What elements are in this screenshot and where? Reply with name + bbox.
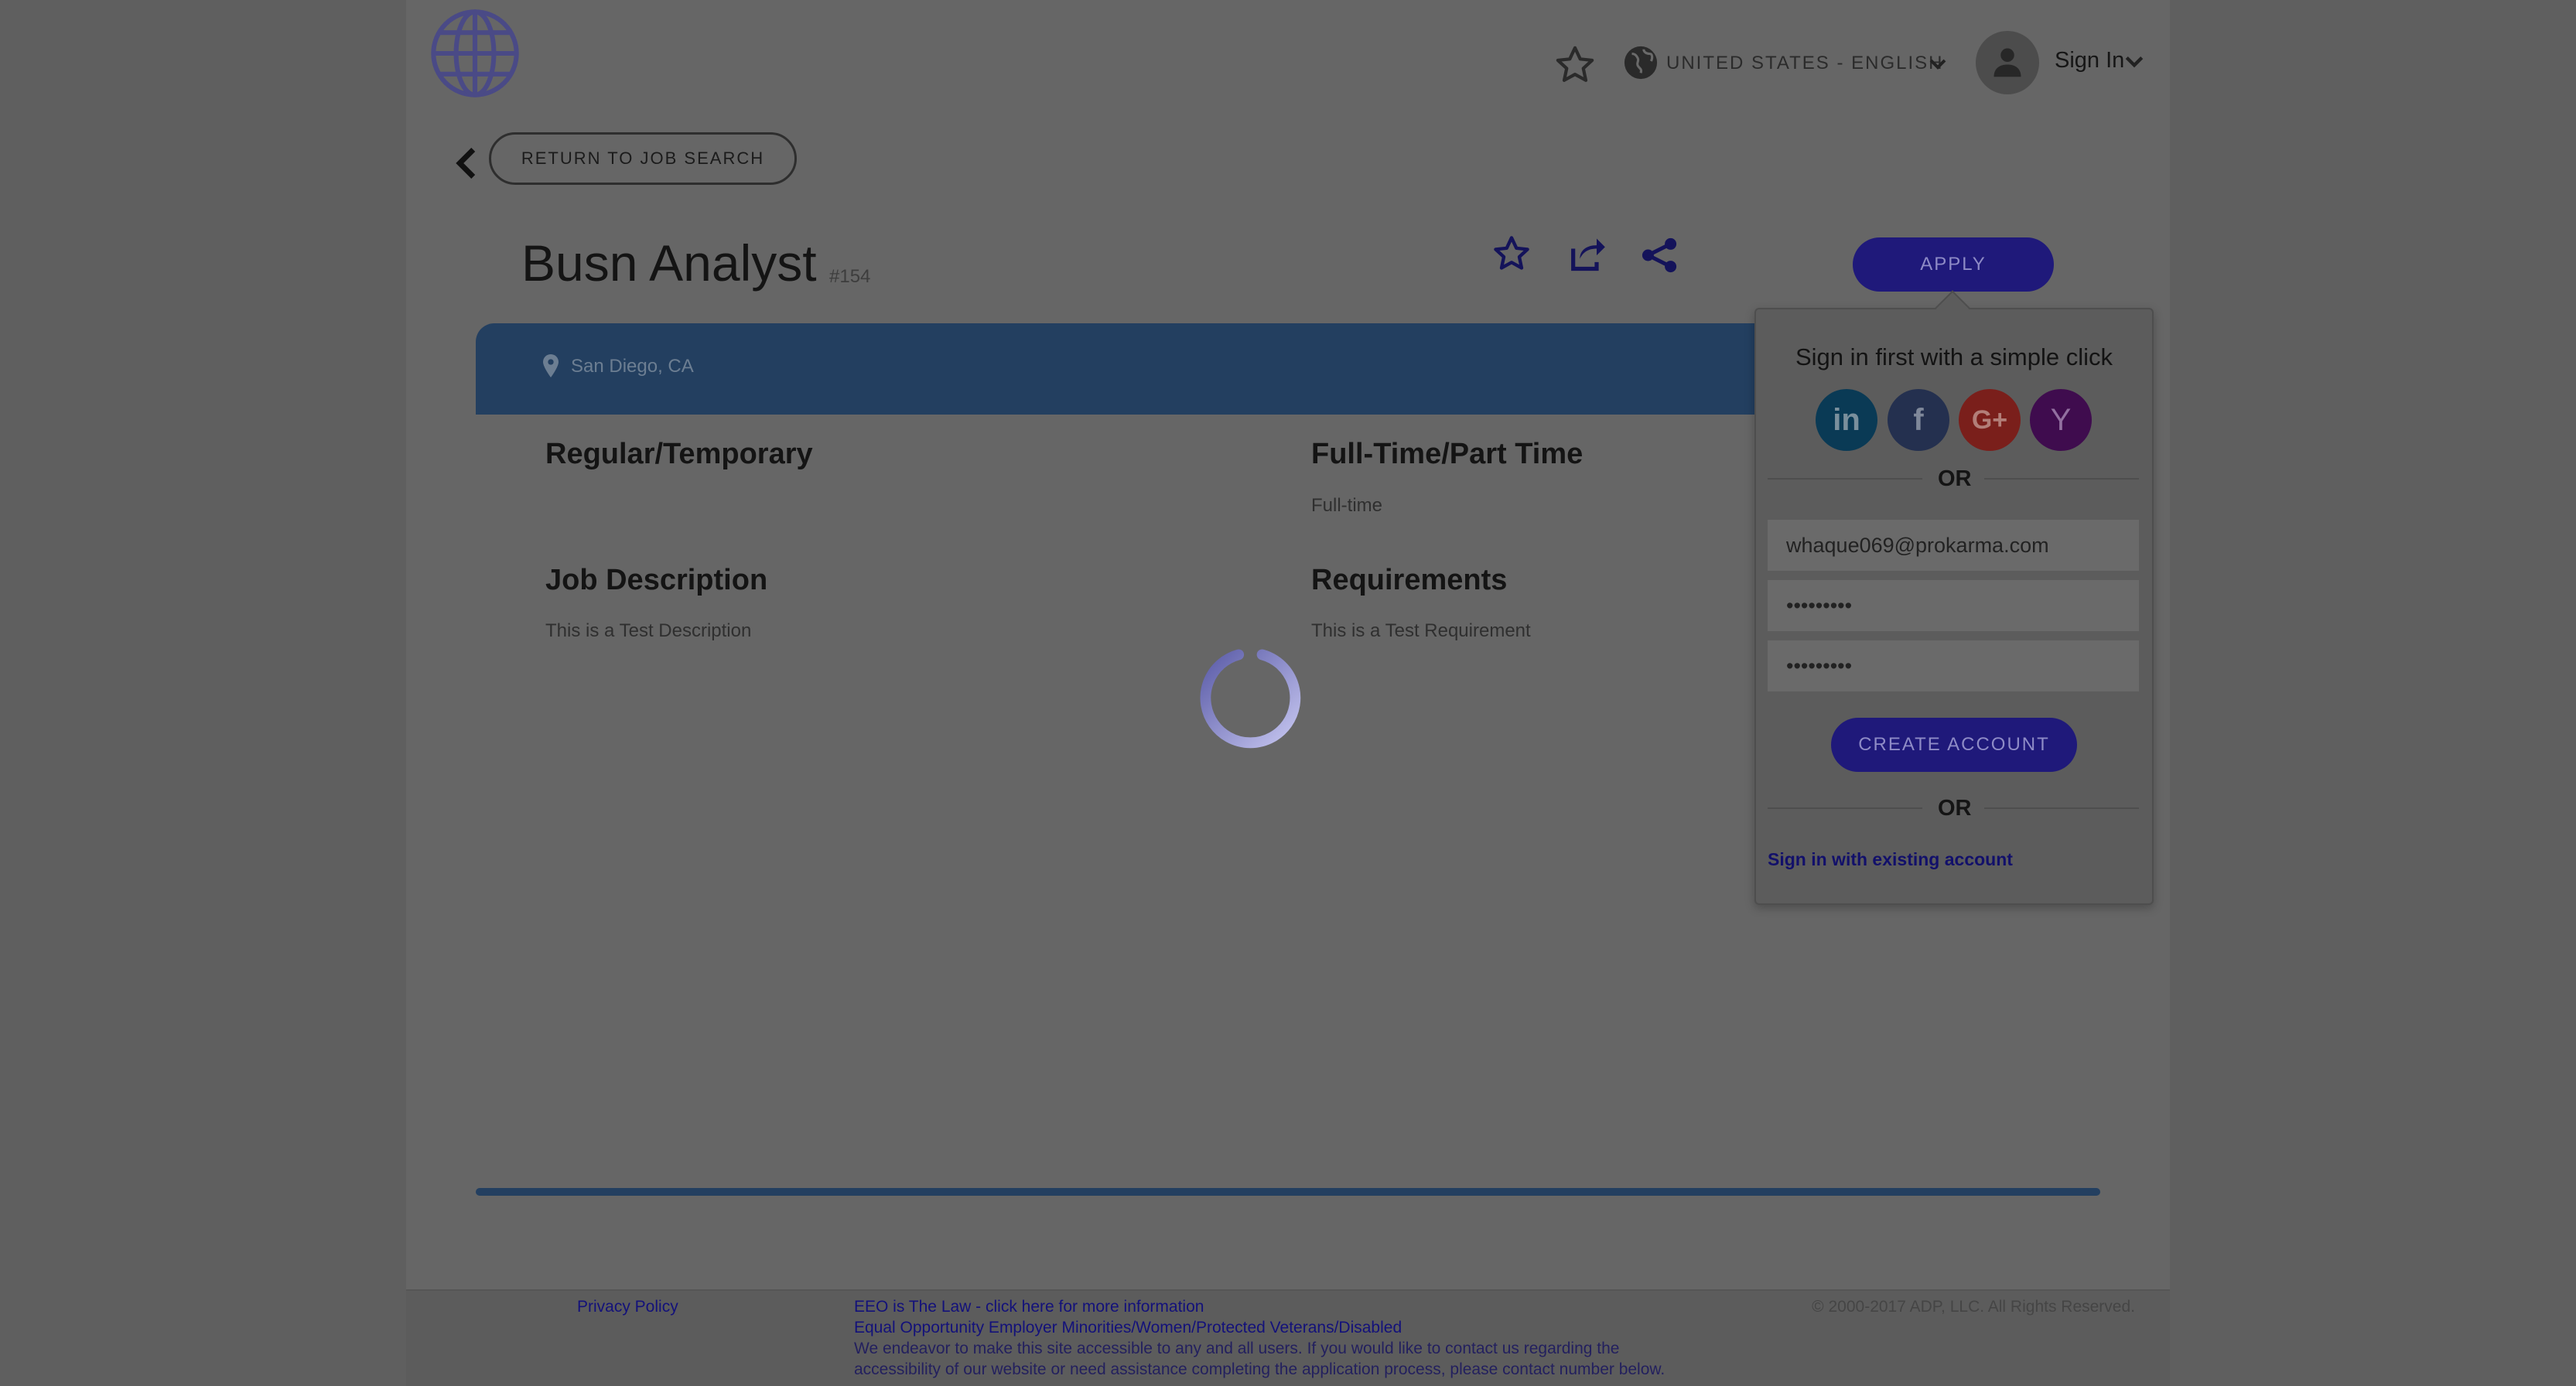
loading-spinner-icon — [1200, 649, 1301, 749]
avatar[interactable] — [1976, 31, 2039, 94]
sign-in-menu[interactable]: Sign In — [2055, 48, 2124, 73]
job-location: San Diego, CA — [571, 356, 694, 377]
return-to-job-search-button[interactable]: RETURN TO JOB SEARCH — [489, 132, 797, 185]
sign-in-heading: Sign in first with a simple click — [1795, 343, 2113, 370]
job-description-text: This is a Test Description — [545, 620, 752, 641]
globe-logo-icon[interactable] — [428, 6, 522, 101]
or-separator: OR — [1938, 796, 1972, 821]
apply-button[interactable]: APPLY — [1853, 237, 2054, 292]
or-separator: OR — [1938, 466, 1972, 491]
divider — [1768, 807, 1922, 809]
equal-opportunity-link[interactable]: Equal Opportunity Employer Minorities/Wo… — [854, 1319, 1402, 1337]
password-field[interactable]: ••••••••• — [1768, 580, 2139, 631]
divider — [1984, 807, 2139, 809]
regular-temporary-heading: Regular/Temporary — [545, 438, 813, 470]
chevron-left-icon[interactable] — [455, 147, 478, 179]
content-bottom-bar — [476, 1188, 2100, 1196]
save-job-star-icon[interactable] — [1491, 234, 1532, 274]
export-icon[interactable] — [1566, 234, 1607, 274]
chevron-down-icon[interactable] — [2124, 54, 2144, 70]
sign-in-existing-account-link[interactable]: Sign in with existing account — [1768, 849, 2013, 870]
requirements-heading: Requirements — [1311, 564, 1508, 596]
facebook-sign-in-button[interactable]: f — [1888, 389, 1949, 451]
full-part-time-value: Full-time — [1311, 495, 1383, 516]
job-title: Busn Analyst — [521, 234, 817, 292]
divider — [1984, 478, 2139, 480]
linkedin-sign-in-button[interactable]: in — [1816, 389, 1877, 451]
user-icon — [1993, 48, 2021, 77]
share-icon[interactable] — [1640, 235, 1679, 275]
location-pin-icon — [543, 354, 559, 377]
language-globe-icon[interactable] — [1623, 45, 1659, 80]
privacy-policy-link[interactable]: Privacy Policy — [577, 1298, 678, 1316]
job-description-heading: Job Description — [545, 564, 768, 596]
language-selector[interactable]: UNITED STATES - ENGLISH — [1666, 53, 1943, 74]
full-part-time-heading: Full-Time/Part Time — [1311, 438, 1584, 470]
yahoo-sign-in-button[interactable]: Y — [2030, 389, 2092, 451]
copyright: © 2000-2017 ADP, LLC. All Rights Reserve… — [1812, 1298, 2135, 1316]
accessibility-note-line-1: We endeavor to make this site accessible… — [854, 1340, 1620, 1357]
email-field[interactable]: whaque069@prokarma.com — [1768, 520, 2139, 571]
requirements-text: This is a Test Requirement — [1311, 620, 1531, 641]
job-number: #154 — [829, 266, 871, 287]
chevron-down-icon[interactable] — [1929, 57, 1947, 71]
divider — [1768, 478, 1922, 480]
confirm-password-field[interactable]: ••••••••• — [1768, 640, 2139, 691]
favorites-star-icon[interactable] — [1553, 43, 1597, 87]
create-account-button[interactable]: CREATE ACCOUNT — [1831, 718, 2077, 772]
accessibility-note-line-2: accessibility of our website or need ass… — [854, 1360, 1666, 1378]
eeo-law-link[interactable]: EEO is The Law - click here for more inf… — [854, 1298, 1204, 1316]
google-sign-in-button[interactable]: G+ — [1959, 389, 2021, 451]
